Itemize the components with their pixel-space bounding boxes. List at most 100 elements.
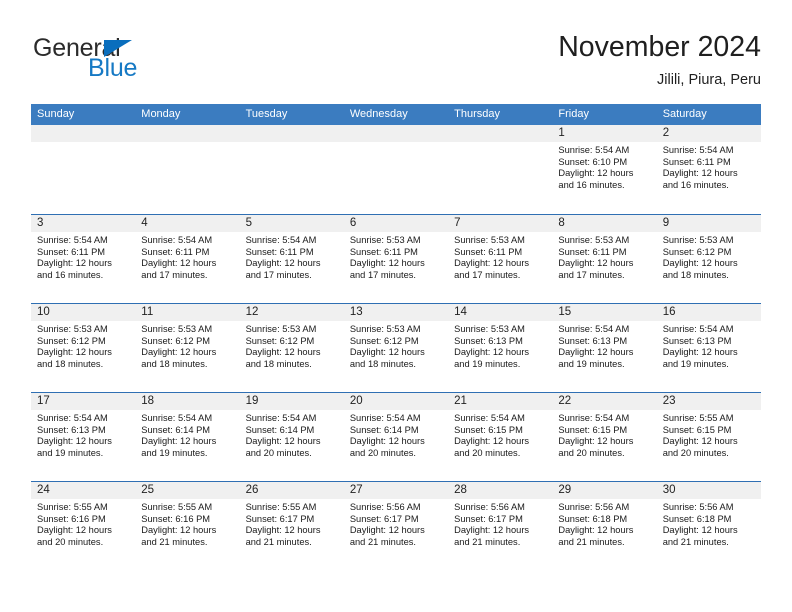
day-cell[interactable]: 26 Sunrise: 5:55 AM Sunset: 6:17 PM Dayligh… bbox=[239, 482, 344, 570]
daylight-text-line1: Daylight: 12 hours bbox=[558, 347, 634, 358]
day-number-band: 25 bbox=[135, 482, 240, 499]
day-cell[interactable]: 17 Sunrise: 5:54 AM Sunset: 6:13 PM Dayligh… bbox=[31, 393, 136, 481]
day-details: Sunrise: 5:53 AM Sunset: 6:12 PM Daylight:… bbox=[240, 321, 344, 371]
day-number-band: 28 bbox=[448, 482, 553, 499]
day-cell[interactable]: 9 Sunrise: 5:53 AM Sunset: 6:12 PM Daylight… bbox=[656, 215, 761, 303]
sunrise-text: Sunrise: 5:56 AM bbox=[454, 502, 525, 512]
daylight-text-line2: and 19 minutes. bbox=[558, 359, 625, 370]
day-cell[interactable]: 16 Sunrise: 5:54 AM Sunset: 6:13 PM Dayligh… bbox=[656, 304, 761, 392]
day-number: 9 bbox=[662, 217, 670, 229]
day-cell[interactable]: 3 Sunrise: 5:54 AM Sunset: 6:11 PM Daylight… bbox=[31, 215, 136, 303]
day-cell[interactable]: 7 Sunrise: 5:53 AM Sunset: 6:11 PM Daylight… bbox=[448, 215, 553, 303]
day-number-band bbox=[31, 125, 136, 142]
daylight-text-line2: and 21 minutes. bbox=[558, 537, 625, 548]
week-row: 24 Sunrise: 5:55 AM Sunset: 6:16 PM Dayligh… bbox=[31, 481, 761, 570]
sunrise-text: Sunrise: 5:56 AM bbox=[662, 502, 734, 512]
day-number-band bbox=[135, 125, 240, 142]
day-cell[interactable]: 28 Sunrise: 5:56 AM Sunset: 6:17 PM Dayligh… bbox=[448, 482, 553, 570]
day-number: 1 bbox=[558, 127, 565, 139]
day-number-band: 16 bbox=[656, 304, 761, 321]
day-cell-empty bbox=[239, 125, 344, 214]
day-cell[interactable]: 29 Sunrise: 5:56 AM Sunset: 6:18 PM Dayligh… bbox=[552, 482, 657, 570]
daylight-text-line2: and 16 minutes. bbox=[558, 180, 625, 191]
day-details: Sunrise: 5:56 AM Sunset: 6:18 PM Daylight:… bbox=[657, 499, 761, 549]
day-cell[interactable]: 13 Sunrise: 5:53 AM Sunset: 6:12 PM Dayligh… bbox=[343, 304, 449, 392]
day-cell[interactable]: 10 Sunrise: 5:53 AM Sunset: 6:12 PM Dayligh… bbox=[31, 304, 136, 392]
sunrise-text: Sunrise: 5:53 AM bbox=[662, 235, 734, 245]
day-cell[interactable]: 22 Sunrise: 5:54 AM Sunset: 6:15 PM Dayligh… bbox=[552, 393, 657, 481]
day-cell[interactable]: 19 Sunrise: 5:54 AM Sunset: 6:14 PM Dayligh… bbox=[239, 393, 344, 481]
weekday-header-wednesday: Wednesday bbox=[349, 108, 408, 120]
daylight-text-line1: Daylight: 12 hours bbox=[349, 436, 425, 447]
day-cell[interactable]: 24 Sunrise: 5:55 AM Sunset: 6:16 PM Dayligh… bbox=[31, 482, 136, 570]
day-number: 17 bbox=[37, 395, 50, 407]
daylight-text-line1: Daylight: 12 hours bbox=[349, 258, 425, 269]
day-number: 5 bbox=[245, 217, 252, 229]
day-number-band: 5 bbox=[239, 215, 344, 232]
day-cell[interactable]: 15 Sunrise: 5:54 AM Sunset: 6:13 PM Dayligh… bbox=[552, 304, 657, 392]
weekday-header-saturday: Saturday bbox=[662, 108, 707, 120]
daylight-text-line2: and 21 minutes. bbox=[662, 537, 729, 548]
daylight-text-line1: Daylight: 12 hours bbox=[141, 258, 217, 269]
sunset-text: Sunset: 6:16 PM bbox=[37, 513, 106, 524]
day-details: Sunrise: 5:54 AM Sunset: 6:13 PM Daylight:… bbox=[657, 321, 761, 371]
day-details: Sunrise: 5:55 AM Sunset: 6:15 PM Daylight:… bbox=[657, 410, 761, 460]
day-details: Sunrise: 5:55 AM Sunset: 6:16 PM Daylight:… bbox=[31, 499, 135, 549]
day-cell[interactable]: 6 Sunrise: 5:53 AM Sunset: 6:11 PM Daylight… bbox=[343, 215, 449, 303]
sunrise-text: Sunrise: 5:54 AM bbox=[662, 145, 734, 155]
page-header: General Blue November 2024 Jilili, Piura… bbox=[31, 30, 761, 96]
day-number: 16 bbox=[662, 306, 676, 318]
calendar-page: General Blue November 2024 Jilili, Piura… bbox=[0, 0, 792, 612]
day-number: 24 bbox=[37, 484, 50, 496]
day-cell-empty bbox=[448, 125, 553, 214]
day-number: 27 bbox=[349, 484, 363, 496]
sunrise-text: Sunrise: 5:54 AM bbox=[141, 413, 213, 423]
daylight-text-line1: Daylight: 12 hours bbox=[349, 525, 425, 536]
sunrise-text: Sunrise: 5:53 AM bbox=[349, 235, 421, 245]
day-number: 2 bbox=[662, 127, 670, 139]
daylight-text-line1: Daylight: 12 hours bbox=[662, 258, 738, 269]
sunset-text: Sunset: 6:12 PM bbox=[349, 335, 419, 346]
day-cell-empty bbox=[31, 125, 136, 214]
sunset-text: Sunset: 6:14 PM bbox=[349, 424, 419, 435]
day-cell[interactable]: 18 Sunrise: 5:54 AM Sunset: 6:14 PM Dayligh… bbox=[135, 393, 240, 481]
day-cell[interactable]: 4 Sunrise: 5:54 AM Sunset: 6:11 PM Daylight… bbox=[135, 215, 240, 303]
day-cell[interactable]: 1 Sunrise: 5:54 AM Sunset: 6:10 PM Daylight… bbox=[552, 125, 657, 214]
day-cell[interactable]: 27 Sunrise: 5:56 AM Sunset: 6:17 PM Dayligh… bbox=[343, 482, 449, 570]
sunrise-text: Sunrise: 5:53 AM bbox=[349, 324, 421, 334]
day-number-band bbox=[239, 125, 344, 142]
day-number-band: 2 bbox=[656, 125, 761, 142]
day-cell[interactable]: 21 Sunrise: 5:54 AM Sunset: 6:15 PM Dayligh… bbox=[448, 393, 553, 481]
day-cell[interactable]: 5 Sunrise: 5:54 AM Sunset: 6:11 PM Daylight… bbox=[239, 215, 344, 303]
sunrise-text: Sunrise: 5:55 AM bbox=[37, 502, 108, 512]
day-details: Sunrise: 5:55 AM Sunset: 6:17 PM Daylight:… bbox=[240, 499, 344, 549]
weeks-container: 1 Sunrise: 5:54 AM Sunset: 6:10 PM Daylight… bbox=[31, 125, 761, 570]
day-cell[interactable]: 30 Sunrise: 5:56 AM Sunset: 6:18 PM Dayligh… bbox=[656, 482, 761, 570]
general-blue-logo[interactable]: General Blue bbox=[31, 36, 261, 92]
sunset-text: Sunset: 6:12 PM bbox=[245, 335, 315, 346]
daylight-text-line2: and 20 minutes. bbox=[558, 448, 625, 459]
day-number-band: 29 bbox=[552, 482, 657, 499]
day-number-band: 13 bbox=[343, 304, 449, 321]
daylight-text-line2: and 20 minutes. bbox=[245, 448, 312, 459]
day-cell[interactable]: 2 Sunrise: 5:54 AM Sunset: 6:11 PM Daylight… bbox=[656, 125, 761, 214]
sunrise-text: Sunrise: 5:54 AM bbox=[454, 413, 525, 423]
day-number-band: 19 bbox=[239, 393, 344, 410]
day-number: 15 bbox=[558, 306, 572, 318]
page-subtitle: Jilili, Piura, Peru bbox=[657, 72, 761, 88]
daylight-text-line2: and 21 minutes. bbox=[141, 537, 208, 548]
day-cell[interactable]: 11 Sunrise: 5:53 AM Sunset: 6:12 PM Dayligh… bbox=[135, 304, 240, 392]
day-cell[interactable]: 23 Sunrise: 5:55 AM Sunset: 6:15 PM Dayligh… bbox=[656, 393, 761, 481]
daylight-text-line1: Daylight: 12 hours bbox=[141, 347, 217, 358]
day-cell[interactable]: 20 Sunrise: 5:54 AM Sunset: 6:14 PM Dayligh… bbox=[343, 393, 449, 481]
daylight-text-line1: Daylight: 12 hours bbox=[558, 525, 634, 536]
daylight-text-line2: and 17 minutes. bbox=[558, 270, 625, 281]
day-cell[interactable]: 25 Sunrise: 5:55 AM Sunset: 6:16 PM Dayligh… bbox=[135, 482, 240, 570]
sunset-text: Sunset: 6:11 PM bbox=[662, 156, 731, 167]
day-number: 20 bbox=[349, 395, 363, 407]
day-number-band: 18 bbox=[135, 393, 240, 410]
day-cell[interactable]: 8 Sunrise: 5:53 AM Sunset: 6:11 PM Daylight… bbox=[552, 215, 657, 303]
day-cell[interactable]: 12 Sunrise: 5:53 AM Sunset: 6:12 PM Dayligh… bbox=[239, 304, 344, 392]
daylight-text-line2: and 20 minutes. bbox=[349, 448, 416, 459]
day-cell[interactable]: 14 Sunrise: 5:53 AM Sunset: 6:13 PM Dayligh… bbox=[448, 304, 553, 392]
